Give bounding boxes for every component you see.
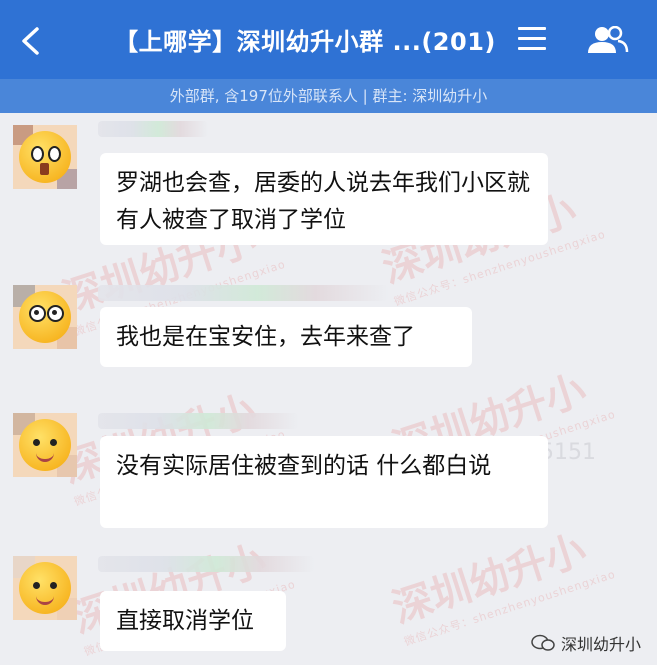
sender-avatar[interactable] <box>13 413 77 477</box>
message-bubble: 罗湖也会查，居委的人说去年我们小区就有人被查了取消了学位 <box>100 153 548 245</box>
face-shy-icon <box>19 291 71 343</box>
face-smile-icon <box>19 562 71 614</box>
sender-name-blurred <box>98 121 208 137</box>
message-bubble: 直接取消学位 <box>100 591 286 651</box>
group-members-icon[interactable] <box>585 26 629 54</box>
chat-header: 【上哪学】深圳幼升小群 ...(201) <box>0 0 657 79</box>
account-name: 深圳幼升小 <box>560 635 641 654</box>
sender-name-blurred <box>98 285 388 301</box>
group-info-bar[interactable]: 外部群, 含197位外部联系人 | 群主: 深圳幼升小 <box>0 79 657 113</box>
face-smile-icon <box>19 419 71 471</box>
watermark-number: 5151 <box>540 440 596 465</box>
sender-avatar[interactable] <box>13 285 77 349</box>
face-wink-icon <box>19 131 71 183</box>
message-bubble: 我也是在宝安住，去年来查了 <box>100 307 472 367</box>
sender-avatar[interactable] <box>13 556 77 620</box>
chat-title: 【上哪学】深圳幼升小群 ...(201) <box>114 28 496 56</box>
watermark: 深圳幼升小微信公众号：shenzhenyoushengxiao <box>387 526 618 649</box>
sender-name-blurred <box>98 413 298 429</box>
message-bubble: 没有实际居住被查到的话 什么都白说 <box>100 436 548 528</box>
chat-area: 深圳幼升小微信公众号：shenzhenyoushengxiao 深圳幼升小微信公… <box>0 113 657 665</box>
wechat-icon <box>531 634 555 651</box>
account-logo: 深圳幼升小 <box>531 631 641 655</box>
menu-icon[interactable] <box>518 27 546 51</box>
sender-avatar[interactable] <box>13 125 77 189</box>
sender-name-blurred <box>98 556 314 572</box>
back-arrow-icon[interactable] <box>18 26 44 56</box>
